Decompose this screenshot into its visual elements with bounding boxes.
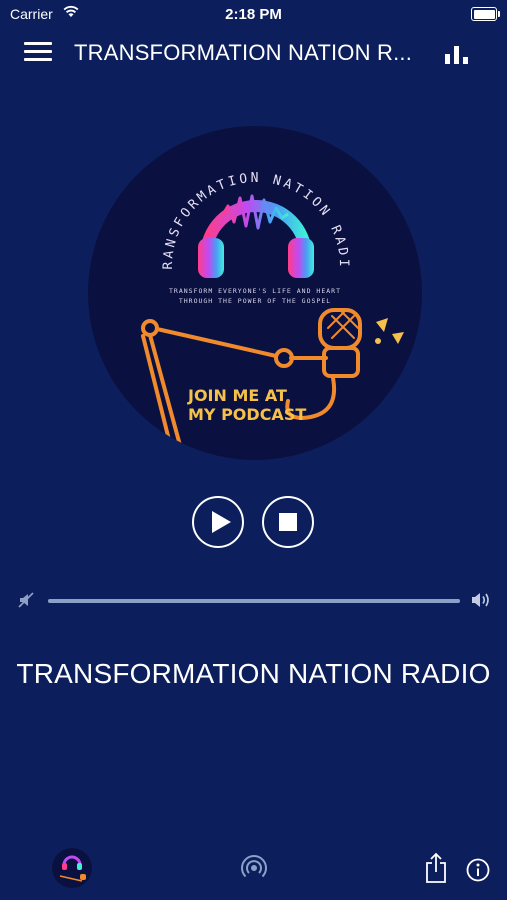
hamburger-menu-icon[interactable] — [24, 42, 52, 62]
station-artwork: TRANSFORMATION NATION RADIO TRANSFORM EV… — [88, 126, 422, 460]
play-icon — [212, 511, 231, 533]
volume-max-icon[interactable] — [470, 590, 492, 610]
station-name: TRANSFORMATION NATION RADIO — [16, 658, 491, 689]
artwork-cta-line-1: JOIN ME AT — [187, 386, 287, 405]
bottom-toolbar — [0, 840, 507, 900]
artwork-tagline-2: THROUGH THE POWER OF THE GOSPEL — [179, 297, 331, 305]
play-button[interactable] — [192, 496, 244, 548]
nav-title: TRANSFORMATION NATION R... — [74, 40, 413, 65]
playback-controls — [0, 496, 507, 552]
status-bar: Carrier 2:18 PM — [0, 0, 507, 28]
volume-control — [0, 588, 507, 614]
volume-mute-icon[interactable] — [18, 591, 36, 609]
headphones-graphic — [198, 194, 314, 278]
nav-bar: TRANSFORMATION NATION R... — [0, 28, 507, 76]
volume-slider-fill — [48, 599, 460, 603]
artwork-cta-line-2: MY PODCAST — [188, 405, 306, 424]
microphone-graphic — [141, 308, 362, 460]
info-icon[interactable] — [466, 858, 490, 882]
clock: 2:18 PM — [225, 6, 282, 23]
splash-graphic — [375, 318, 404, 344]
battery-icon — [471, 7, 500, 21]
stop-icon — [279, 513, 297, 531]
station-thumbnail[interactable] — [52, 848, 92, 888]
share-icon[interactable] — [424, 852, 448, 884]
radio-broadcast-icon[interactable] — [240, 854, 268, 882]
artwork-tagline-1: TRANSFORM EVERYONE'S LIFE AND HEART — [169, 287, 341, 295]
stop-button[interactable] — [262, 496, 314, 548]
equalizer-icon[interactable] — [445, 46, 471, 64]
volume-slider[interactable] — [48, 599, 460, 603]
